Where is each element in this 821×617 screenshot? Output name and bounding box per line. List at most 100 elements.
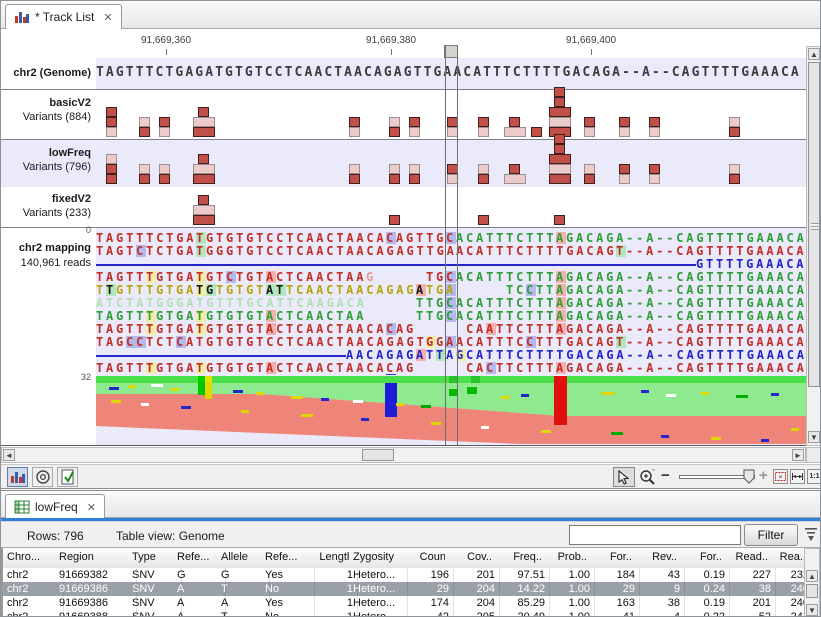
genome-sequence[interactable]: TAGTTTCTGAGATGTGTCCTCAACTAACAGAGTTGAACAT… xyxy=(96,65,806,81)
read-row[interactable]: TTGTTTGTGATGTGTGTATTCAACTAACAGAGATGATCCT… xyxy=(96,284,806,297)
variant-marker[interactable] xyxy=(198,154,209,164)
variant-marker[interactable] xyxy=(106,164,117,174)
read-row[interactable]: ATCTATGGGATGTTTGCATTCAAGACATTGCACATTTCTT… xyxy=(96,297,806,310)
variant-marker[interactable] xyxy=(409,117,420,127)
variant-marker[interactable] xyxy=(106,154,117,164)
variant-marker[interactable] xyxy=(478,174,489,184)
zoom-out-button[interactable]: − xyxy=(661,467,675,484)
variant-marker[interactable] xyxy=(729,127,740,137)
track-label-fixedV2[interactable]: fixedV2 xyxy=(1,193,91,205)
zoom-in-tool[interactable] xyxy=(638,468,658,486)
read-row[interactable]: AACAGAGATTAGCATTTCTTTTGACAGA--A--CAGTTTT… xyxy=(96,349,806,362)
variant-marker[interactable] xyxy=(159,164,170,174)
scroll-up-icon[interactable]: ▲ xyxy=(806,570,818,582)
variant-marker[interactable] xyxy=(139,164,150,174)
filter-input[interactable] xyxy=(569,525,741,545)
variant-marker[interactable] xyxy=(649,127,660,137)
variant-marker[interactable] xyxy=(504,127,526,137)
variant-marker[interactable] xyxy=(349,127,360,137)
variant-marker[interactable] xyxy=(729,174,740,184)
read-row[interactable]: TAGTTTGTGATGTGTGTACTCAACTAACACAGCAATTCTT… xyxy=(96,323,806,336)
zoom-selection-button[interactable] xyxy=(773,469,788,484)
variant-marker[interactable] xyxy=(159,117,170,127)
variant-marker[interactable] xyxy=(106,127,117,137)
variant-marker[interactable] xyxy=(584,174,595,184)
variant-marker[interactable] xyxy=(531,127,542,137)
selection-handle[interactable] xyxy=(444,45,458,58)
read-row[interactable]: TAGTTTCTGATGTGTGTCCTCAACTAACACAGTTGCACAT… xyxy=(96,232,806,245)
variant-marker[interactable] xyxy=(619,127,630,137)
variant-marker[interactable] xyxy=(649,117,660,127)
variant-marker[interactable] xyxy=(139,117,150,127)
filter-button[interactable]: Filter xyxy=(744,524,798,546)
read-row[interactable]: TAGTCTCTGATGGGTGTCCTCAACTAACAGAGTTGAACAT… xyxy=(96,245,806,258)
filter-options-toggle[interactable] xyxy=(803,525,819,547)
read-row[interactable]: TAGTTTGTGATGTCTGTACTCAACTAAGTGCACATTTCTT… xyxy=(96,271,806,284)
variant-marker[interactable] xyxy=(554,215,565,225)
read-row[interactable]: TAGCCTCTCATGTGTGTCCTCAACTAACAGAGTGGAACAT… xyxy=(96,336,806,349)
fit-width-button[interactable] xyxy=(790,469,805,484)
variant-marker[interactable] xyxy=(549,154,571,164)
variant-marker[interactable] xyxy=(549,164,571,174)
variant-marker[interactable] xyxy=(193,127,215,137)
variant-marker[interactable] xyxy=(549,107,571,117)
variant-marker[interactable] xyxy=(554,87,565,97)
variant-marker[interactable] xyxy=(389,127,400,137)
variant-marker[interactable] xyxy=(509,117,520,127)
read-row[interactable]: TAGTTTGTGATGTGTGTACTCAACTAACACAGCACTTCTT… xyxy=(96,362,806,375)
genome-track-label[interactable]: chr2 (Genome) xyxy=(1,67,91,79)
table-row[interactable]: chr291669388SNVATNo1Hetero...4220520.491… xyxy=(3,610,804,617)
zoom-100-button[interactable]: 1:1 xyxy=(807,469,821,484)
variant-marker[interactable] xyxy=(584,164,595,174)
zoom-in-button[interactable]: + xyxy=(759,467,773,484)
variant-marker[interactable] xyxy=(198,195,209,205)
read-row[interactable]: GTTTTGAAACA xyxy=(96,258,806,271)
variant-marker[interactable] xyxy=(619,164,630,174)
tab-track-list[interactable]: * Track List ✕ xyxy=(5,4,122,29)
variant-marker[interactable] xyxy=(619,117,630,127)
variant-marker[interactable] xyxy=(389,174,400,184)
scroll-down-icon[interactable]: ▼ xyxy=(806,604,818,616)
variant-marker[interactable] xyxy=(584,127,595,137)
variant-marker[interactable] xyxy=(478,164,489,174)
variant-marker[interactable] xyxy=(349,174,360,184)
variant-marker[interactable] xyxy=(389,215,400,225)
variant-marker[interactable] xyxy=(159,127,170,137)
table-row[interactable]: chr291669386SNVAAYes1Hetero...17420485.2… xyxy=(3,596,804,610)
circular-view-button[interactable] xyxy=(32,467,53,487)
pointer-tool-button[interactable] xyxy=(613,467,635,487)
track-hscrollbar-thumb[interactable] xyxy=(362,449,394,461)
read-row[interactable]: TAGTTTGTGATGTGTGTACTCAACTAATTGCACATTTCTT… xyxy=(96,310,806,323)
variant-marker[interactable] xyxy=(509,164,520,174)
variant-marker[interactable] xyxy=(198,107,209,117)
track-label-lowFreq[interactable]: lowFreq xyxy=(1,147,91,159)
variant-marker[interactable] xyxy=(193,205,215,215)
variant-marker[interactable] xyxy=(619,174,630,184)
track-list-view-button[interactable] xyxy=(7,467,28,487)
variant-marker[interactable] xyxy=(106,174,117,184)
variant-marker[interactable] xyxy=(549,117,571,127)
variant-marker[interactable] xyxy=(389,117,400,127)
variant-marker[interactable] xyxy=(139,127,150,137)
variant-marker[interactable] xyxy=(139,174,150,184)
variant-marker[interactable] xyxy=(409,164,420,174)
variant-marker[interactable] xyxy=(106,107,117,117)
track-vscrollbar-thumb[interactable] xyxy=(808,62,820,387)
variant-marker[interactable] xyxy=(106,117,117,127)
variant-marker[interactable] xyxy=(389,164,400,174)
variant-marker[interactable] xyxy=(193,174,215,184)
table-row[interactable]: chr291669382SNVGGYes1Hetero...19620197.5… xyxy=(3,568,804,582)
track-hscrollbar[interactable]: ◄ ► xyxy=(1,447,806,463)
track-label-basicV2[interactable]: basicV2 xyxy=(1,97,91,109)
scroll-left-icon[interactable]: ◄ xyxy=(3,449,15,461)
variant-marker[interactable] xyxy=(729,164,740,174)
tab-track-close-icon[interactable]: ✕ xyxy=(103,11,112,24)
track-vscrollbar[interactable]: ▲ ▼ xyxy=(806,46,821,446)
variant-marker[interactable] xyxy=(159,174,170,184)
scroll-up-icon[interactable]: ▲ xyxy=(808,48,820,60)
scroll-right-icon[interactable]: ► xyxy=(792,449,804,461)
variant-marker[interactable] xyxy=(554,144,565,154)
variant-marker[interactable] xyxy=(193,164,215,174)
table-vscrollbar[interactable]: ▲ ▼ xyxy=(804,548,820,617)
variant-marker[interactable] xyxy=(193,117,215,127)
